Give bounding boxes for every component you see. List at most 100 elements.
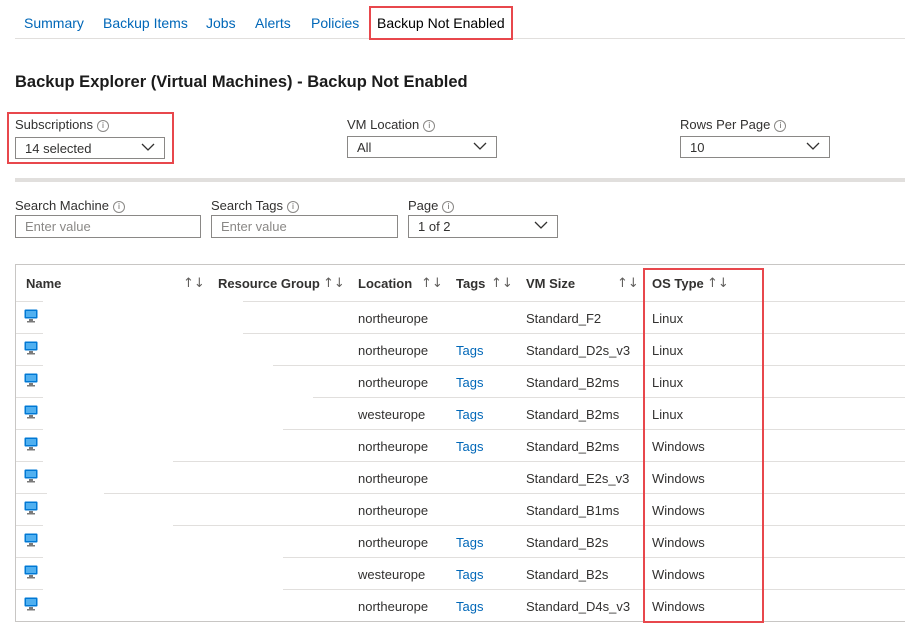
cell-vm-size: Standard_E2s_v3 [526, 471, 630, 486]
vm-location-dropdown[interactable]: All [347, 136, 497, 158]
page-dropdown[interactable]: 1 of 2 [408, 215, 558, 238]
info-icon[interactable]: i [97, 120, 110, 132]
virtual-machine-icon [24, 341, 38, 355]
cell-os-type: Linux [652, 311, 684, 326]
search-machine-input[interactable] [15, 215, 201, 238]
cell-vm-size: Standard_B2ms [526, 439, 620, 454]
virtual-machine-icon [24, 405, 38, 419]
virtual-machine-icon [24, 373, 38, 387]
redacted-area [43, 364, 273, 396]
virtual-machine-icon [24, 309, 38, 323]
vm-location-value: All [357, 140, 372, 155]
cell-os-type: Linux [652, 375, 684, 390]
cell-os-type: Windows [652, 471, 705, 486]
cell-location: northeurope [358, 439, 429, 454]
column-header-tags[interactable]: Tags [456, 276, 485, 291]
cell-tags[interactable]: Tags [456, 439, 483, 454]
virtual-machine-icon [24, 437, 38, 451]
cell-tags[interactable]: Tags [456, 375, 483, 390]
chevron-down-icon [534, 221, 548, 229]
page-title: Backup Explorer (Virtual Machines) - Bac… [15, 73, 468, 91]
cell-os-type: Linux [652, 407, 684, 422]
tab-policies[interactable]: Policies [311, 15, 359, 31]
cell-location: northeurope [358, 343, 429, 358]
cell-vm-size: Standard_D4s_v3 [526, 599, 631, 614]
tab-bar: Summary Backup Items Jobs Alerts Policie… [15, 0, 905, 39]
cell-vm-size: Standard_B2s [526, 567, 609, 582]
cell-tags[interactable]: Tags [456, 567, 483, 582]
redacted-area [43, 588, 283, 620]
cell-vm-size: Standard_F2 [526, 311, 602, 326]
virtual-machine-icon [24, 501, 38, 515]
cell-location: northeurope [358, 535, 429, 550]
cell-location: westeurope [358, 407, 426, 422]
info-icon[interactable]: i [442, 201, 455, 213]
tab-backup-items[interactable]: Backup Items [103, 15, 188, 31]
page-label: Page i [408, 198, 455, 213]
cell-location: northeurope [358, 311, 429, 326]
chevron-down-icon [473, 142, 487, 150]
cell-location: westeurope [358, 567, 426, 582]
cell-tags[interactable]: Tags [456, 535, 483, 550]
virtual-machine-icon [24, 533, 38, 547]
sort-icon[interactable]: ↑↓ [421, 276, 443, 291]
column-header-vm-size[interactable]: VM Size [526, 276, 575, 291]
subscriptions-value: 14 selected [25, 141, 92, 156]
cell-location: northeurope [358, 599, 429, 614]
cell-os-type: Windows [652, 599, 705, 614]
page-value: 1 of 2 [418, 219, 451, 234]
cell-tags[interactable]: Tags [456, 343, 483, 358]
info-icon[interactable]: i [287, 201, 300, 213]
cell-vm-size: Standard_B2ms [526, 407, 620, 422]
tab-jobs[interactable]: Jobs [206, 15, 236, 31]
column-header-location[interactable]: Location [358, 276, 412, 291]
sort-icon[interactable]: ↑↓ [617, 276, 639, 291]
column-header-os-type[interactable]: OS Type [652, 276, 704, 291]
sort-icon[interactable]: ↑↓ [323, 276, 345, 291]
cell-tags[interactable]: Tags [456, 599, 483, 614]
tab-alerts[interactable]: Alerts [255, 15, 291, 31]
search-tags-input[interactable] [211, 215, 398, 238]
cell-location: northeurope [358, 375, 429, 390]
row-divider [16, 493, 905, 494]
virtual-machine-icon [24, 469, 38, 483]
redacted-area [43, 332, 243, 364]
sort-icon[interactable]: ↑↓ [707, 276, 729, 291]
cell-vm-size: Standard_D2s_v3 [526, 343, 631, 358]
redacted-area [43, 524, 173, 556]
search-tags-label: Search Tags i [211, 198, 300, 213]
virtual-machine-icon [24, 565, 38, 579]
redacted-area [43, 396, 313, 428]
rows-per-page-dropdown[interactable]: 10 [680, 136, 830, 158]
sort-icon[interactable]: ↑↓ [491, 276, 513, 291]
subscriptions-dropdown[interactable]: 14 selected [15, 137, 165, 159]
cell-os-type: Windows [652, 503, 705, 518]
column-header-name[interactable]: Name [26, 276, 61, 291]
redacted-area [43, 460, 173, 492]
info-icon[interactable]: i [423, 120, 436, 132]
virtual-machine-icon [24, 597, 38, 611]
divider [15, 178, 905, 182]
cell-tags[interactable]: Tags [456, 407, 483, 422]
tab-backup-not-enabled[interactable]: Backup Not Enabled [377, 15, 505, 31]
cell-location: northeurope [358, 503, 429, 518]
subscriptions-label: Subscriptions i [15, 117, 110, 132]
column-header-resource-group[interactable]: Resource Group [218, 276, 320, 291]
info-icon[interactable]: i [774, 120, 787, 132]
sort-icon[interactable]: ↑↓ [183, 276, 205, 291]
tab-summary[interactable]: Summary [24, 15, 84, 31]
cell-vm-size: Standard_B2s [526, 535, 609, 550]
cell-vm-size: Standard_B1ms [526, 503, 620, 518]
chevron-down-icon [806, 142, 820, 150]
redacted-area [43, 428, 283, 460]
cell-vm-size: Standard_B2ms [526, 375, 620, 390]
cell-os-type: Windows [652, 535, 705, 550]
cell-os-type: Linux [652, 343, 684, 358]
chevron-down-icon [141, 143, 155, 151]
redacted-area [43, 300, 243, 332]
cell-os-type: Windows [652, 567, 705, 582]
cell-location: northeurope [358, 471, 429, 486]
vm-location-label: VM Location i [347, 117, 436, 132]
rows-per-page-value: 10 [690, 140, 705, 155]
info-icon[interactable]: i [112, 201, 125, 213]
